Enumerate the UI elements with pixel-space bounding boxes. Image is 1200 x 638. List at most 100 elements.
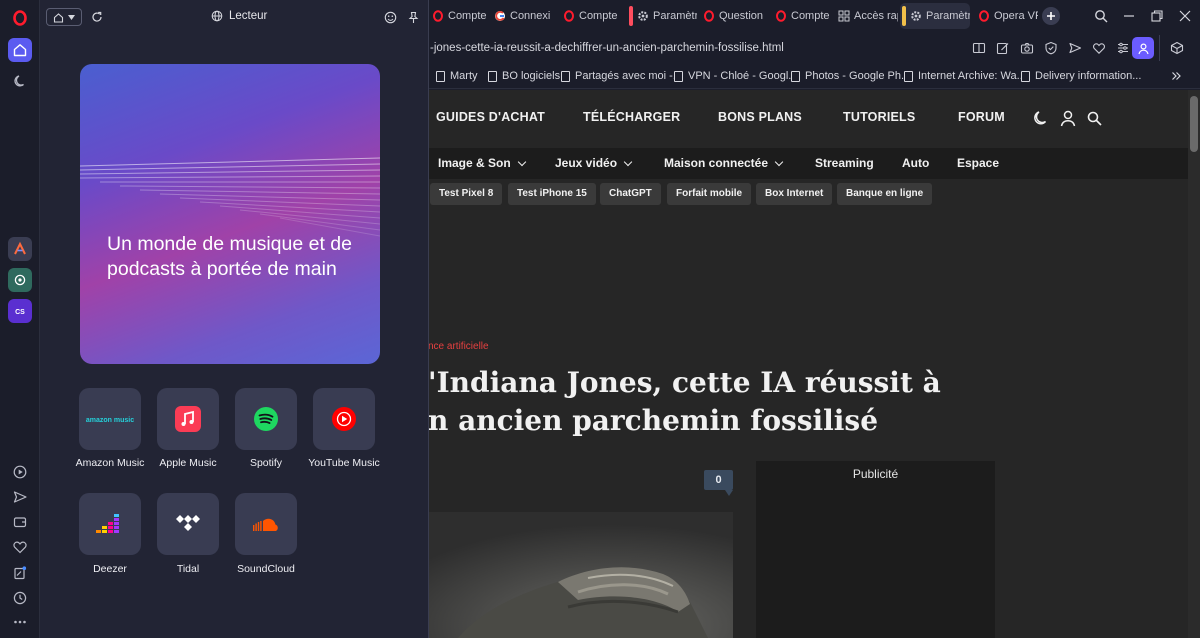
page-scrollbar[interactable] (1188, 90, 1200, 638)
home-dropdown-button[interactable] (46, 8, 82, 26)
bookmark-item[interactable]: BO logiciels (488, 68, 560, 84)
apple-music-button[interactable] (157, 388, 219, 450)
edit-icon[interactable] (996, 41, 1010, 55)
player-home-icon[interactable] (8, 38, 32, 62)
tag-pill[interactable]: Forfait mobile (667, 183, 752, 205)
tab-connexion[interactable]: Connexio (490, 3, 550, 29)
subnav-jeux-video[interactable]: Jeux vidéo (555, 156, 633, 170)
minimize-icon[interactable] (1122, 9, 1136, 23)
nav-bons-plans[interactable]: BONS PLANS (718, 110, 802, 124)
reader-mode-icon[interactable] (972, 41, 986, 55)
nav-forum[interactable]: FORUM (958, 110, 1005, 124)
emoji-icon[interactable] (384, 11, 397, 24)
subnav-label: Jeux vidéo (555, 156, 618, 170)
page-icon (1021, 70, 1030, 82)
camera-icon[interactable] (1020, 41, 1034, 55)
wallet-icon[interactable] (8, 510, 32, 534)
close-window-icon[interactable] (1178, 9, 1192, 23)
more-bookmarks-chevron-icon[interactable] (1170, 70, 1182, 82)
more-dots-icon[interactable] (8, 610, 32, 634)
restore-icon[interactable] (1150, 9, 1164, 23)
amazon-music-button[interactable]: amazon music (79, 388, 141, 450)
bookmark-item[interactable]: Marty (436, 68, 478, 84)
cs-app-icon[interactable]: CS (8, 299, 32, 323)
heart-icon[interactable] (8, 535, 32, 559)
player-play-icon[interactable] (8, 460, 32, 484)
tidal-button[interactable] (157, 493, 219, 555)
service-label: Amazon Music (75, 457, 145, 469)
aria-icon[interactable] (8, 237, 32, 261)
nav-tutoriels[interactable]: TUTORIELS (843, 110, 915, 124)
tab-label: Accès rap (854, 10, 898, 22)
extensions-cube-icon[interactable] (1170, 41, 1184, 55)
article-category[interactable]: nce artificielle (428, 341, 489, 352)
shield-icon[interactable] (1044, 41, 1058, 55)
chatgpt-icon[interactable] (8, 268, 32, 292)
search-tabs-icon[interactable] (1094, 9, 1108, 23)
bookmark-item[interactable]: Delivery information... (1021, 68, 1141, 84)
nav-telecharger[interactable]: TÉLÉCHARGER (583, 110, 680, 124)
divider (1159, 35, 1160, 61)
url-field[interactable]: -jones-cette-ia-reussit-a-dechiffrer-un-… (428, 35, 960, 61)
google-icon (495, 10, 505, 21)
tag-pill[interactable]: Banque en ligne (837, 183, 933, 205)
tag-pill[interactable]: Test Pixel 8 (430, 183, 503, 205)
clock-icon[interactable] (8, 586, 32, 610)
tag-pill[interactable]: Box Internet (756, 183, 833, 205)
subnav-espace[interactable]: Espace (957, 156, 999, 170)
bookmark-label: BO logiciels (502, 70, 561, 82)
tab-label: Question (719, 10, 763, 22)
bookmark-label: Partagés avec moi -... (575, 70, 682, 82)
badge-tail (725, 490, 733, 496)
tab-strip: Compte Connexio Compte Paramètr Question… (428, 0, 1200, 32)
history-moon-icon[interactable] (8, 69, 32, 93)
subnav-maison-connectee[interactable]: Maison connectée (664, 156, 784, 170)
new-tab-button[interactable] (1042, 7, 1060, 25)
notes-icon[interactable] (8, 561, 32, 585)
wave-lines-decoration (80, 157, 380, 237)
bookmark-item[interactable]: Photos - Google Ph... (791, 68, 910, 84)
tab-parametres-1[interactable]: Paramètr (627, 3, 697, 29)
pin-icon[interactable] (407, 11, 420, 24)
tag-pill[interactable]: ChatGPT (600, 183, 661, 205)
send-icon[interactable] (8, 485, 32, 509)
subnav-auto[interactable]: Auto (902, 156, 929, 170)
opera-icon (704, 10, 714, 22)
bookmark-label: Delivery information... (1035, 70, 1142, 82)
deezer-button[interactable] (79, 493, 141, 555)
tab-acces-rapide[interactable]: Accès rap (834, 3, 898, 29)
tab-compte-1[interactable]: Compte (428, 3, 486, 29)
main-nav: GUIDES D'ACHAT TÉLÉCHARGER BONS PLANS TU… (428, 90, 1188, 148)
dark-mode-moon-icon[interactable] (1032, 109, 1050, 127)
nav-guides-dachat[interactable]: GUIDES D'ACHAT (436, 110, 545, 124)
headline-line: n ancien parchemin fossilisé (428, 404, 879, 437)
tab-parametres-2[interactable]: Paramètr (900, 3, 970, 29)
user-account-icon[interactable] (1059, 109, 1077, 127)
tab-compte-3[interactable]: Compte (771, 3, 829, 29)
bookmark-item[interactable]: Partagés avec moi -... (561, 68, 682, 84)
bookmark-item[interactable]: VPN - Chloé - Googl... (674, 68, 797, 84)
youtube-music-button[interactable] (313, 388, 375, 450)
tab-label: Compte (579, 10, 618, 22)
subnav-image-son[interactable]: Image & Son (438, 156, 526, 170)
reload-icon[interactable] (91, 11, 103, 23)
account-button[interactable] (1132, 37, 1154, 59)
tab-opera-vpn[interactable]: Opera VP (974, 3, 1038, 29)
address-bar: -jones-cette-ia-reussit-a-dechiffrer-un-… (428, 32, 1200, 64)
spotify-button[interactable] (235, 388, 297, 450)
send-page-icon[interactable] (1068, 41, 1082, 55)
player-title-group: Lecteur (211, 10, 267, 22)
comments-count-badge[interactable]: 0 (704, 470, 733, 490)
search-icon[interactable] (1087, 111, 1102, 126)
soundcloud-button[interactable] (235, 493, 297, 555)
bookmark-item[interactable]: Internet Archive: Wa... (904, 68, 1026, 84)
tag-pill[interactable]: Test iPhone 15 (508, 183, 596, 205)
easy-setup-icon[interactable] (1116, 41, 1130, 55)
subnav-streaming[interactable]: Streaming (815, 156, 874, 170)
opera-menu-icon[interactable] (8, 6, 32, 30)
tidal-icon (176, 515, 200, 531)
bookmark-heart-icon[interactable] (1092, 41, 1106, 55)
tab-compte-2[interactable]: Compte (559, 3, 619, 29)
tab-question[interactable]: Question (699, 3, 763, 29)
scrollbar-thumb[interactable] (1190, 96, 1198, 152)
